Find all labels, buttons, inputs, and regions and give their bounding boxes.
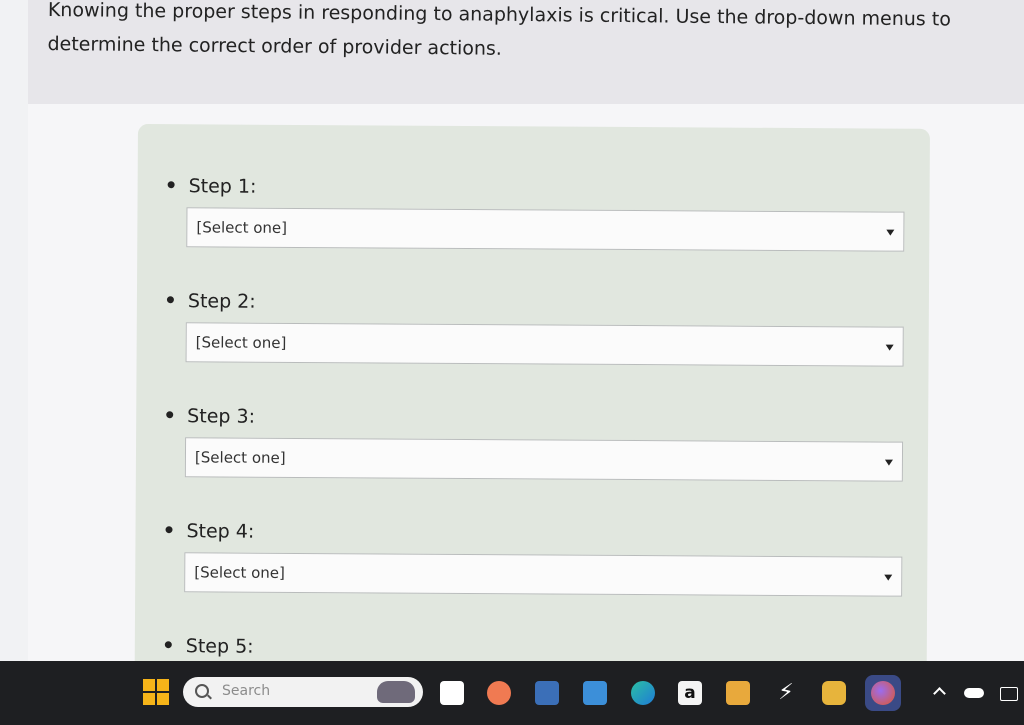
bullet [165, 526, 173, 534]
step-1-selected-value: [Select one] [196, 218, 288, 237]
edge-icon[interactable] [631, 681, 655, 705]
search-placeholder: Search [222, 683, 271, 699]
step-4-selected-value: [Select one] [194, 563, 285, 582]
step-1-label: Step 1: [167, 175, 256, 198]
firefox-icon[interactable] [865, 675, 901, 711]
amazon-icon[interactable]: a [678, 681, 702, 705]
widgets-icon[interactable] [535, 681, 559, 705]
start-icon[interactable] [143, 679, 169, 705]
window-edge [0, 0, 28, 661]
step-5: Step 5: [135, 635, 927, 658]
screen: Knowing the proper steps in responding t… [0, 0, 1024, 725]
question-text: Knowing the proper steps in responding t… [47, 0, 978, 71]
step-2-selected-value: [Select one] [195, 333, 287, 352]
step-3-label: Step 3: [166, 405, 255, 428]
dropbox-icon[interactable] [726, 681, 750, 705]
taskbar: Search a ⚡ [0, 661, 1024, 725]
step-2: Step 2: [Select one] [137, 290, 929, 367]
step-3-dropdown[interactable]: [Select one] [184, 437, 904, 482]
bullet [167, 181, 175, 189]
step-3-selected-value: [Select one] [194, 448, 286, 467]
step-4: Step 4: [Select one] [136, 520, 928, 597]
chevron-down-icon [884, 459, 893, 466]
files-icon[interactable] [583, 681, 607, 705]
search-icon [195, 684, 209, 698]
taskview-icon[interactable] [440, 681, 464, 705]
answer-panel: Step 1: [Select one] Step 2: [Select one… [134, 124, 930, 689]
bullet [164, 641, 172, 649]
question-header: Knowing the proper steps in responding t… [28, 0, 1024, 104]
step-1-dropdown[interactable]: [Select one] [186, 207, 905, 252]
chevron-down-icon [886, 229, 895, 236]
bullet [166, 411, 174, 419]
keyboard-icon[interactable] [1000, 687, 1018, 701]
discord-icon[interactable] [822, 681, 846, 705]
taskbar-search[interactable]: Search [183, 677, 423, 707]
step-5-label: Step 5: [164, 635, 254, 658]
step-2-dropdown[interactable]: [Select one] [185, 322, 904, 367]
step-3: Step 3: [Select one] [136, 405, 928, 482]
bullet [166, 296, 174, 304]
step-4-dropdown[interactable]: [Select one] [184, 552, 903, 597]
chevron-down-icon [884, 574, 893, 581]
chevron-up-icon[interactable] [933, 687, 946, 700]
step-2-label: Step 2: [166, 290, 256, 313]
step-1: Step 1: [Select one] [138, 175, 930, 252]
cloud-icon[interactable] [964, 688, 984, 698]
chevron-down-icon [885, 344, 894, 351]
bolt-icon[interactable]: ⚡ [774, 681, 798, 705]
step-4-label: Step 4: [165, 520, 254, 543]
quiz-page: Knowing the proper steps in responding t… [28, 0, 1024, 689]
search-mascot-icon [377, 681, 415, 703]
chat-icon[interactable] [487, 681, 511, 705]
